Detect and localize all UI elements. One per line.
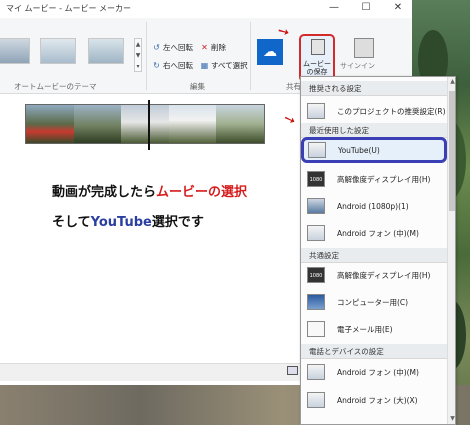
ribbon-divider [146,22,147,90]
publish-label: サインイン [340,62,375,70]
menu-item-android-1080[interactable]: Android (1080p)(1) [301,193,447,219]
menu-item-label: 高解像度ディスプレイ用(H) [337,174,431,184]
android-phone-icon [307,392,325,408]
select-all-icon: ▦ [200,61,209,70]
select-all-button[interactable]: ▦ すべて選択 [200,60,248,71]
menu-item-label: YouTube(U) [338,145,380,155]
menu-item-recommended[interactable]: このプロジェクトの推奨設定(R) [301,98,447,124]
menu-item-label: Android フォン (大)(X) [337,395,418,405]
rotate-right-icon: ↻ [153,61,160,70]
maximize-button[interactable]: ☐ [352,1,380,16]
video-frame [216,105,264,143]
share-group-label: 共有 [286,82,301,91]
rotate-left-icon: ↺ [153,43,160,52]
menu-item-label: Android フォン (中)(M) [337,367,419,377]
rotate-right-button[interactable]: ↻ 右へ回転 [152,60,193,71]
annotation-text-line2: そしてYouTube選択です [52,211,204,230]
menu-item-label: Android フォン (中)(M) [337,228,419,238]
annotation-text: そして [52,215,91,230]
menu-item-label: 高解像度ディスプレイ用(H) [337,270,431,280]
gallery-scroll[interactable]: ▲ ▼ ▾ [134,38,142,72]
menu-item-hd-display[interactable]: 1080 高解像度ディスプレイ用(H) [301,166,447,192]
theme-thumbnail[interactable] [40,38,76,64]
status-bar [0,363,300,381]
theme-thumbnail[interactable] [88,38,124,64]
ribbon-divider [250,22,251,90]
window-title: マイ ムービー - ムービー メーカー [6,4,132,13]
hd-display-icon: 1080 [307,171,325,187]
android-phone-icon [307,225,325,241]
scroll-down-icon[interactable]: ▼ [448,414,455,424]
menu-scrollbar[interactable]: ▲ ▼ [447,77,455,424]
menu-section-header: 電話とデバイスの設定 [301,344,447,359]
email-icon [307,321,325,337]
movie-save-label: ムービーの保存 [303,60,331,76]
annotation-highlight: YouTube [90,215,152,230]
select-all-label: すべて選択 [211,61,248,70]
rotate-right-label: 右へ回転 [163,61,193,70]
android-phone-icon [307,198,325,214]
delete-icon: ✕ [201,43,208,52]
onedrive-button[interactable]: ☁ [257,39,283,65]
hd-display-icon: 1080 [307,267,325,283]
menu-section-header: 推奨される設定 [301,81,447,96]
menu-item-computer[interactable]: コンピューター用(C) [301,289,447,315]
delete-button[interactable]: ✕ 削除 [200,42,226,53]
minimize-button[interactable]: — [320,1,348,16]
android-phone-icon [307,364,325,380]
movie-save-menu: 推奨される設定 このプロジェクトの推奨設定(R) 最近使用した設定 YouTub… [300,76,456,425]
video-frame [121,105,169,143]
menu-item-email[interactable]: 電子メール用(E) [301,316,447,342]
storyboard-area: 動画が完成したらムービーの選択 そしてYouTube選択です [0,95,300,385]
menu-section-header: 共通設定 [301,248,447,263]
menu-item-hd-display[interactable]: 1080 高解像度ディスプレイ用(H) [301,262,447,288]
recommend-icon [307,103,325,119]
menu-item-android-medium[interactable]: Android フォン (中)(M) [301,359,447,385]
save-document-icon [311,39,325,55]
rotate-left-button[interactable]: ↺ 左へ回転 [152,42,193,53]
playhead[interactable] [148,100,150,150]
annotation-highlight: ムービーの選択 [156,185,248,200]
video-frame [26,105,74,143]
annotation-text: 動画が完成したら [52,185,157,200]
youtube-icon [308,142,326,158]
theme-thumbnail[interactable] [0,38,30,64]
computer-icon [307,294,325,310]
scroll-thumb[interactable] [449,91,455,211]
delete-label: 削除 [211,43,226,52]
scroll-up-icon[interactable]: ▲ [448,77,455,87]
edit-group-label: 編集 [190,82,205,91]
menu-item-label: コンピューター用(C) [337,297,409,307]
menu-item-android-medium[interactable]: Android フォン (中)(M) [301,220,447,246]
annotation-text-line1: 動画が完成したらムービーの選択 [52,181,247,200]
close-button[interactable]: ✕ [384,1,412,16]
cloud-icon: ☁ [263,44,277,60]
menu-item-label: Android (1080p)(1) [337,201,409,211]
menu-item-label: 電子メール用(E) [337,324,393,334]
publish-button[interactable] [354,38,374,58]
video-frame [168,105,217,143]
annotation-text: 選択です [151,215,204,230]
title-bar: マイ ムービー - ムービー メーカー — ☐ ✕ [0,0,412,18]
menu-section-header: 最近使用した設定 [301,123,447,138]
rotate-left-label: 左へ回転 [163,43,193,52]
video-filmstrip[interactable] [25,104,265,144]
movie-save-button[interactable]: ムービーの保存 [299,34,335,82]
aspect-ratio-icon[interactable] [287,366,298,375]
video-frame [73,105,122,143]
menu-item-youtube[interactable]: YouTube(U) [301,137,447,163]
menu-item-label: このプロジェクトの推奨設定(R) [337,106,446,116]
themes-group-label: オートムービーのテーマ [14,82,97,91]
menu-item-android-large[interactable]: Android フォン (大)(X) [301,387,447,413]
